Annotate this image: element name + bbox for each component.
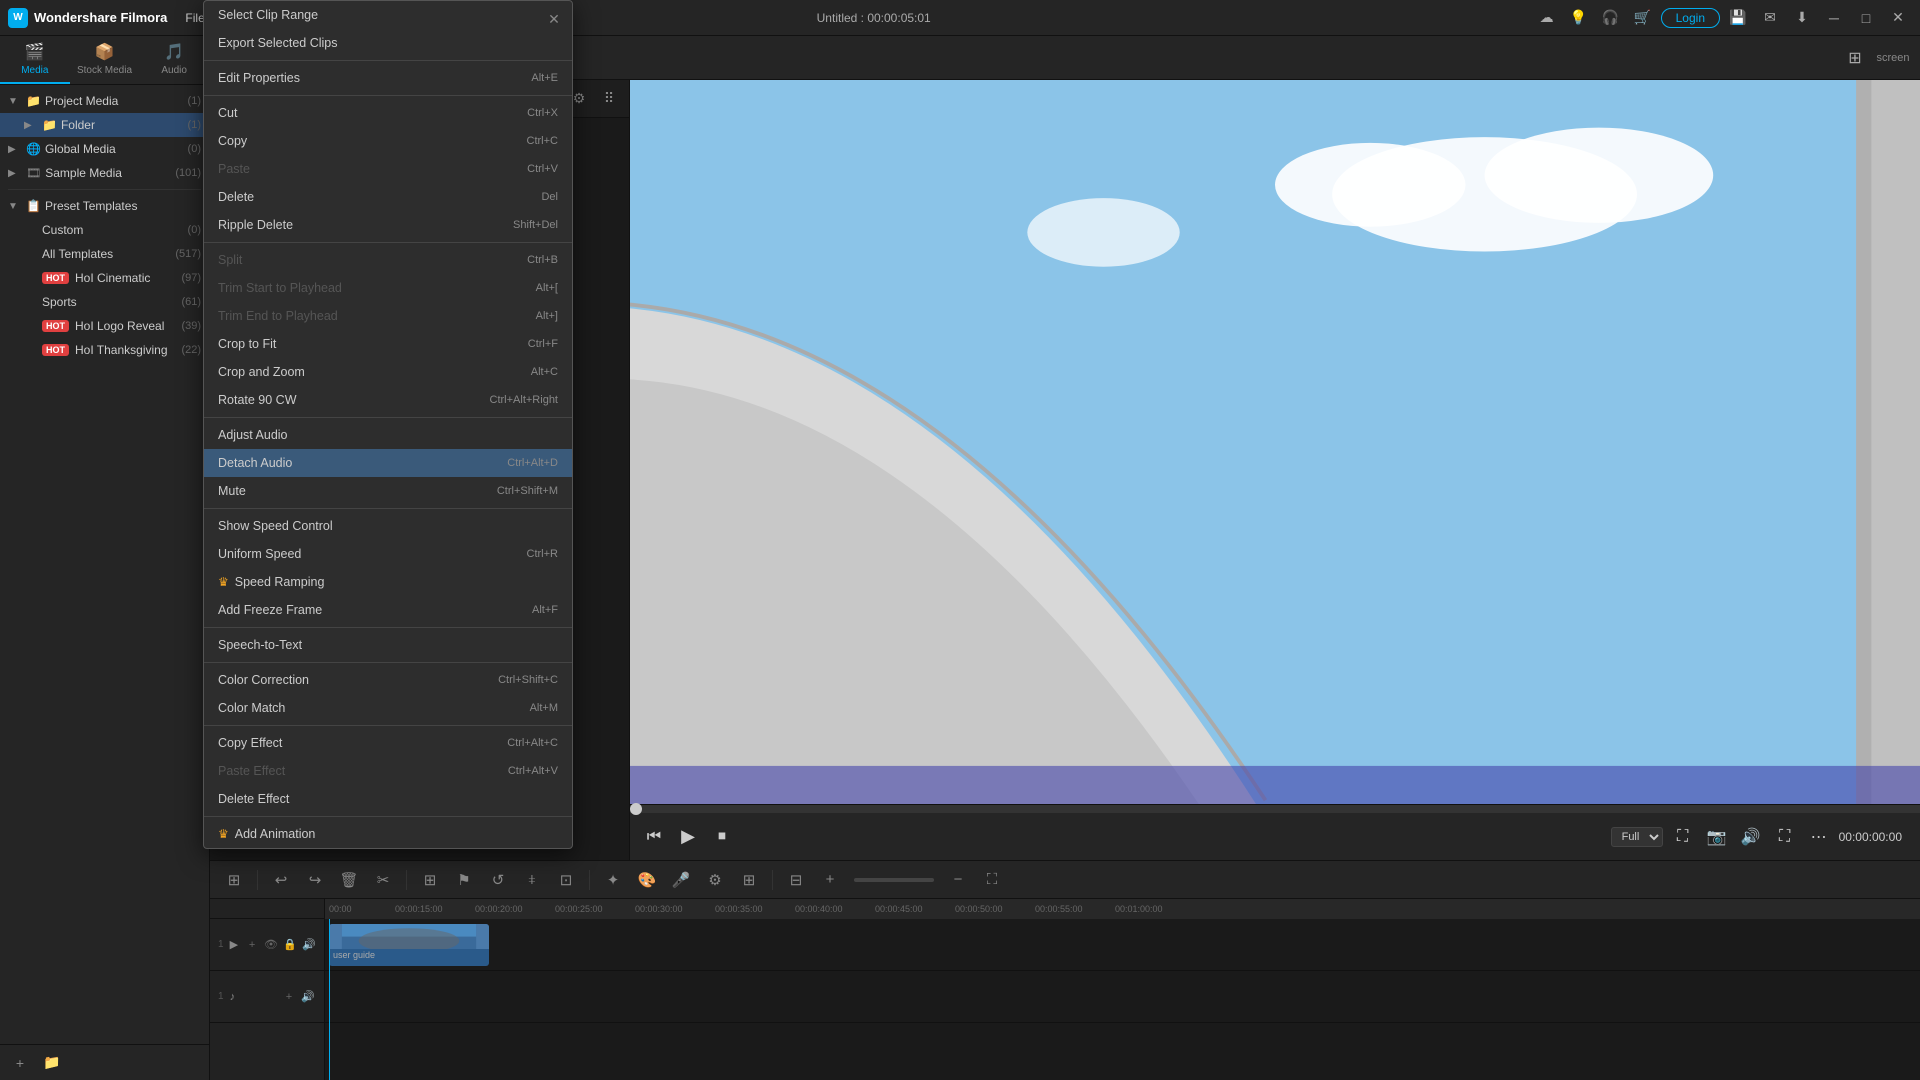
ctx-detach-audio[interactable]: Detach Audio Ctrl+Alt+D	[204, 449, 572, 477]
ctx-copy-effect[interactable]: Copy Effect Ctrl+Alt+C	[204, 729, 572, 757]
ctx-paste-effect-shortcut: Ctrl+Alt+V	[508, 765, 558, 777]
ctx-speech-to-text[interactable]: Speech-to-Text	[204, 631, 572, 659]
ctx-delete-effect-label: Delete Effect	[218, 792, 558, 806]
ctx-add-animation[interactable]: ♛ Add Animation	[204, 820, 572, 848]
ctx-crop-and-zoom-shortcut: Alt+C	[531, 366, 558, 378]
ctx-crop-and-zoom-label: Crop and Zoom	[218, 365, 531, 379]
ctx-color-correction-shortcut: Ctrl+Shift+C	[498, 674, 558, 686]
ctx-speech-to-text-label: Speech-to-Text	[218, 638, 558, 652]
ctx-uniform-speed-shortcut: Ctrl+R	[527, 548, 558, 560]
ctx-separator-8	[204, 725, 572, 726]
ctx-rotate-90-shortcut: Ctrl+Alt+Right	[490, 394, 558, 406]
ctx-trim-start-label: Trim Start to Playhead	[218, 281, 536, 295]
ctx-trim-end-label: Trim End to Playhead	[218, 309, 536, 323]
ctx-trim-start-shortcut: Alt+[	[536, 282, 558, 294]
ctx-crop-to-fit-label: Crop to Fit	[218, 337, 528, 351]
ctx-crop-to-fit[interactable]: Crop to Fit Ctrl+F	[204, 330, 572, 358]
ctx-mute[interactable]: Mute Ctrl+Shift+M	[204, 477, 572, 505]
ctx-uniform-speed[interactable]: Uniform Speed Ctrl+R	[204, 540, 572, 568]
ctx-ripple-delete[interactable]: Ripple Delete Shift+Del	[204, 211, 572, 239]
ctx-speed-ramping[interactable]: ♛ Speed Ramping	[204, 568, 572, 596]
ctx-separator-9	[204, 816, 572, 817]
ctx-add-animation-label: Add Animation	[235, 827, 558, 841]
ctx-freeze-frame-label: Add Freeze Frame	[218, 603, 532, 617]
ctx-rotate-90-label: Rotate 90 CW	[218, 393, 490, 407]
ctx-paste: Paste Ctrl+V	[204, 155, 572, 183]
ctx-select-clip-range-label: Select Clip Range	[218, 8, 558, 22]
ctx-color-correction[interactable]: Color Correction Ctrl+Shift+C	[204, 666, 572, 694]
ctx-adjust-audio[interactable]: Adjust Audio	[204, 421, 572, 449]
ctx-copy-effect-label: Copy Effect	[218, 736, 507, 750]
ctx-split-label: Split	[218, 253, 527, 267]
ctx-separator-1	[204, 60, 572, 61]
speed-ramping-crown-icon: ♛	[218, 575, 229, 589]
context-menu-close[interactable]: ✕	[544, 9, 564, 29]
ctx-export-clips-label: Export Selected Clips	[218, 36, 558, 50]
ctx-paste-effect-label: Paste Effect	[218, 764, 508, 778]
ctx-uniform-speed-label: Uniform Speed	[218, 547, 527, 561]
ctx-edit-properties-label: Edit Properties	[218, 71, 531, 85]
ctx-cut-shortcut: Ctrl+X	[527, 107, 558, 119]
ctx-cut[interactable]: Cut Ctrl+X	[204, 99, 572, 127]
ctx-detach-audio-shortcut: Ctrl+Alt+D	[507, 457, 558, 469]
ctx-delete[interactable]: Delete Del	[204, 183, 572, 211]
ctx-split-shortcut: Ctrl+B	[527, 254, 558, 266]
ctx-separator-7	[204, 662, 572, 663]
ctx-show-speed-control[interactable]: Show Speed Control	[204, 512, 572, 540]
ctx-copy-effect-shortcut: Ctrl+Alt+C	[507, 737, 558, 749]
ctx-ripple-delete-label: Ripple Delete	[218, 218, 513, 232]
ctx-edit-properties[interactable]: Edit Properties Alt+E	[204, 64, 572, 92]
ctx-cut-label: Cut	[218, 106, 527, 120]
ctx-separator-6	[204, 627, 572, 628]
add-animation-crown-icon: ♛	[218, 827, 229, 841]
ctx-rotate-90[interactable]: Rotate 90 CW Ctrl+Alt+Right	[204, 386, 572, 414]
ctx-speed-ramping-label: Speed Ramping	[235, 575, 558, 589]
ctx-add-freeze-frame[interactable]: Add Freeze Frame Alt+F	[204, 596, 572, 624]
ctx-mute-label: Mute	[218, 484, 497, 498]
ctx-freeze-frame-shortcut: Alt+F	[532, 604, 558, 616]
ctx-separator-2	[204, 95, 572, 96]
ctx-mute-shortcut: Ctrl+Shift+M	[497, 485, 558, 497]
ctx-trim-end: Trim End to Playhead Alt+]	[204, 302, 572, 330]
ctx-show-speed-label: Show Speed Control	[218, 519, 558, 533]
ctx-edit-properties-shortcut: Alt+E	[531, 72, 558, 84]
ctx-paste-effect: Paste Effect Ctrl+Alt+V	[204, 757, 572, 785]
context-menu: ✕ Select Clip Range Export Selected Clip…	[203, 0, 573, 849]
ctx-adjust-audio-label: Adjust Audio	[218, 428, 558, 442]
ctx-color-correction-label: Color Correction	[218, 673, 498, 687]
ctx-trim-end-shortcut: Alt+]	[536, 310, 558, 322]
ctx-ripple-delete-shortcut: Shift+Del	[513, 219, 558, 231]
ctx-trim-start: Trim Start to Playhead Alt+[	[204, 274, 572, 302]
ctx-select-clip-range[interactable]: Select Clip Range	[204, 1, 572, 29]
ctx-copy-shortcut: Ctrl+C	[527, 135, 558, 147]
ctx-crop-and-zoom[interactable]: Crop and Zoom Alt+C	[204, 358, 572, 386]
ctx-delete-shortcut: Del	[541, 191, 558, 203]
ctx-copy[interactable]: Copy Ctrl+C	[204, 127, 572, 155]
ctx-export-selected-clips[interactable]: Export Selected Clips	[204, 29, 572, 57]
ctx-delete-effect[interactable]: Delete Effect	[204, 785, 572, 813]
ctx-separator-4	[204, 417, 572, 418]
ctx-copy-label: Copy	[218, 134, 527, 148]
ctx-color-match[interactable]: Color Match Alt+M	[204, 694, 572, 722]
ctx-color-match-label: Color Match	[218, 701, 530, 715]
ctx-paste-shortcut: Ctrl+V	[527, 163, 558, 175]
ctx-delete-label: Delete	[218, 190, 541, 204]
ctx-split: Split Ctrl+B	[204, 246, 572, 274]
ctx-separator-3	[204, 242, 572, 243]
ctx-separator-5	[204, 508, 572, 509]
ctx-color-match-shortcut: Alt+M	[530, 702, 558, 714]
ctx-crop-to-fit-shortcut: Ctrl+F	[528, 338, 558, 350]
ctx-paste-label: Paste	[218, 162, 527, 176]
ctx-detach-audio-label: Detach Audio	[218, 456, 507, 470]
